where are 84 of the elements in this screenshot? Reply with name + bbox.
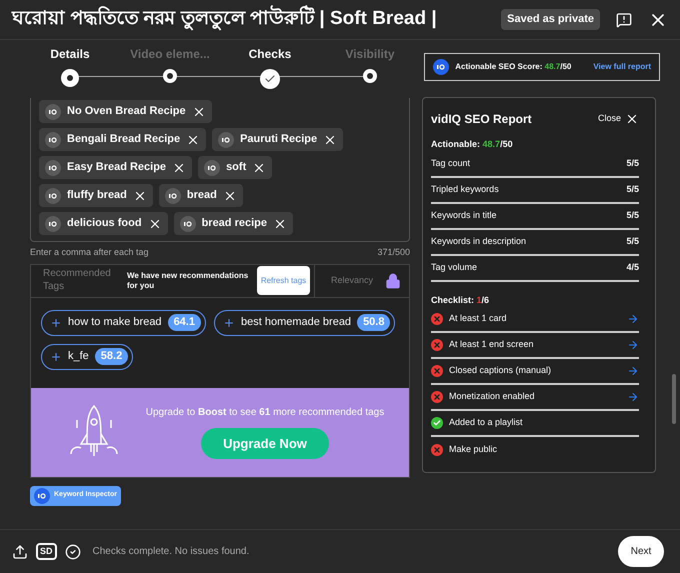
arrow-right-icon[interactable] xyxy=(627,339,639,351)
pass-check-icon xyxy=(431,417,443,429)
metric-label: Keywords in title xyxy=(431,208,497,222)
actionable-score: Actionable: 48.7/50 xyxy=(431,138,514,151)
metric-value: 4/5 xyxy=(626,260,639,274)
tag-label: soft xyxy=(226,160,246,176)
tags-count: 371/500 xyxy=(377,246,410,259)
tag-score-badge: 58.2 xyxy=(94,348,128,365)
arrow-right-icon[interactable] xyxy=(627,365,639,377)
checklist-label: Added to a playlist xyxy=(449,416,524,430)
recommended-tag-chip[interactable]: best homemade bread 50.8 xyxy=(214,310,396,336)
relevancy-tab[interactable]: Relevancy xyxy=(331,274,374,288)
tags-hint: Enter a comma after each tag xyxy=(30,246,149,259)
checklist-label: Monetization enabled xyxy=(449,390,536,404)
vidiq-logo-icon xyxy=(45,216,61,232)
vidiq-logo-icon xyxy=(45,104,61,120)
checklist-score: Checklist: 1/6 xyxy=(431,294,490,306)
lock-icon xyxy=(385,272,401,288)
vidiq-logo-icon xyxy=(164,188,181,204)
recommended-tag-label: how to make bread xyxy=(68,315,162,330)
vidiq-logo-icon xyxy=(45,160,61,176)
fail-cross-icon xyxy=(431,365,443,377)
sd-quality-badge: SD xyxy=(36,543,57,560)
tag-score-badge: 50.8 xyxy=(357,314,390,331)
recommended-tab[interactable]: Recommended Tags xyxy=(31,268,111,293)
vidiq-logo-icon xyxy=(45,188,61,204)
checklist-label: At least 1 card xyxy=(449,312,508,326)
plus-icon xyxy=(50,316,62,328)
recommended-tag-chip[interactable]: k_fe 58.2 xyxy=(41,344,134,370)
plus-icon xyxy=(50,350,62,362)
view-report-link[interactable]: View full report xyxy=(593,61,651,73)
vidiq-logo-icon xyxy=(180,216,196,232)
step-label[interactable]: Details xyxy=(50,45,90,63)
vidiq-logo-icon xyxy=(34,488,50,504)
vidiq-logo-icon xyxy=(218,132,234,148)
tag-label: Easy Bread Recipe xyxy=(67,160,166,176)
upload-icon[interactable] xyxy=(12,544,28,560)
tag-label: bread recipe xyxy=(202,216,267,232)
tag-label: Pauruti Recipe xyxy=(240,132,318,148)
vidiq-logo-icon xyxy=(433,59,450,75)
checklist-label: At least 1 end screen xyxy=(449,338,535,352)
metric-label: Tag count xyxy=(431,156,470,170)
arrow-right-icon[interactable] xyxy=(627,313,639,325)
next-button[interactable]: Next xyxy=(618,536,664,567)
tag-label: fluffy bread xyxy=(67,188,127,204)
fail-cross-icon xyxy=(431,444,443,456)
tag-label: delicious food xyxy=(67,216,142,232)
fail-cross-icon xyxy=(431,339,443,351)
tag-label: bread xyxy=(186,188,217,204)
fail-cross-icon xyxy=(431,391,443,403)
checklist-label: Closed captions (manual) xyxy=(449,364,552,378)
metric-label: Tripled keywords xyxy=(431,182,499,196)
metric-value: 5/5 xyxy=(626,208,639,222)
fail-cross-icon xyxy=(431,313,443,325)
recommended-tag-label: best homemade bread xyxy=(240,315,352,330)
metric-label: Tag volume xyxy=(431,260,478,274)
window-title: ঘরোয়া পদ্ধতিতে নরম তুলতুলে পাউরুটি | Soft Bread | xyxy=(12,5,502,34)
plus-icon xyxy=(222,316,235,328)
arrow-right-icon[interactable] xyxy=(627,391,639,403)
metric-label: Keywords in description xyxy=(431,234,526,248)
vidiq-logo-icon xyxy=(204,160,220,176)
tags-field[interactable]: No Oven Bread Recipe Bengali Bread Recipe Pauruti Recipe Easy Bread Recipe soft fluffy bread bread delicious food bread recipe xyxy=(30,98,410,242)
close-report-button[interactable]: Close xyxy=(598,112,639,126)
vidiq-logo-icon xyxy=(45,132,61,148)
tag-label: Bengali Bread Recipe xyxy=(67,132,180,148)
recommended-tag-label: k_fe xyxy=(68,349,89,364)
tag-label: No Oven Bread Recipe xyxy=(67,104,186,120)
feedback-icon[interactable] xyxy=(616,12,632,28)
recommendations-notice: We have new recommendations for you xyxy=(127,270,250,290)
close-icon xyxy=(625,112,639,126)
checklist-label: Make public xyxy=(449,443,498,456)
metric-value: 5/5 xyxy=(626,182,639,196)
metric-value: 5/5 xyxy=(626,234,639,248)
tag-score-badge: 64.1 xyxy=(168,314,201,331)
status-message: Checks complete. No issues found. xyxy=(92,545,250,559)
step-check-icon[interactable] xyxy=(260,69,280,89)
report-title: vidIQ SEO Report xyxy=(431,111,533,128)
seo-score-text: Actionable SEO Score: 48.7/50 xyxy=(455,61,572,73)
upgrade-message: Upgrade to Boost to see 61 more recommended tags xyxy=(146,406,384,420)
metric-value: 5/5 xyxy=(626,156,639,170)
check-circle-icon xyxy=(64,544,81,560)
step-label[interactable]: Checks xyxy=(248,45,292,63)
saved-status-badge: Saved as private xyxy=(501,9,600,30)
recommended-tag-chip[interactable]: how to make bread 64.1 xyxy=(41,310,206,336)
